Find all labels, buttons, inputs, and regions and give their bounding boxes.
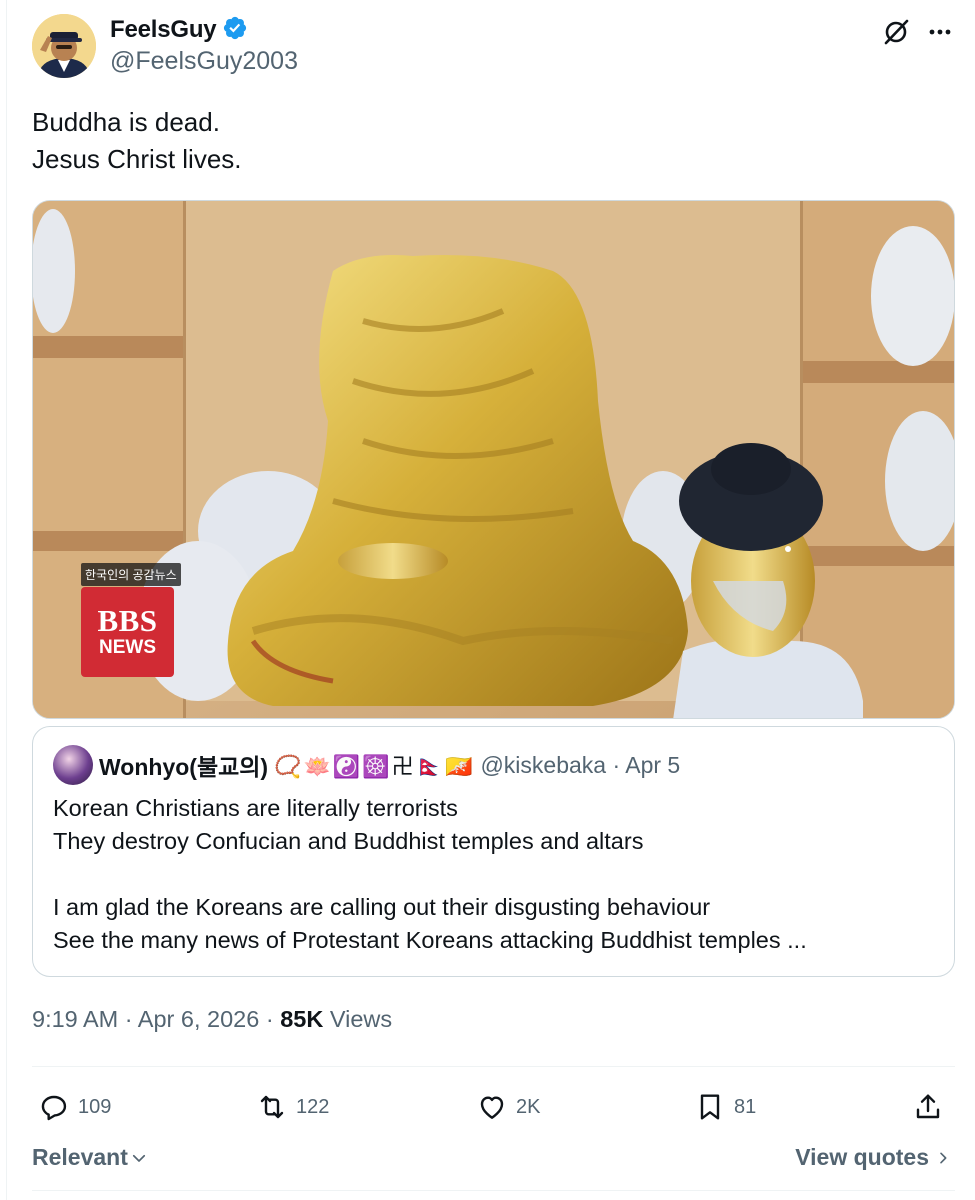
bbs-logo-subtext: NEWS [99,637,156,658]
repost-icon [260,1095,284,1119]
quoted-text-line: They destroy Confucian and Buddhist temp… [53,828,644,854]
quoted-text-line [53,858,807,891]
repost-count: 122 [296,1095,330,1118]
quoted-tweet-header: Wonhyo(불교의) 📿🪷☯️☸️卍🇳🇵🇧🇹 @kiskebaka · Apr… [53,745,680,785]
reply-count: 109 [78,1095,112,1118]
quoted-text-line: Korean Christians are literally terroris… [53,795,458,821]
grok-icon[interactable] [880,16,912,48]
quoted-author-name[interactable]: Wonhyo(불교의) [99,748,268,782]
views-label: Views [323,1006,393,1032]
chevron-down-icon [132,1154,145,1162]
view-quotes-label: View quotes [795,1144,929,1170]
divider [32,1190,955,1191]
bbs-logo-text: BBS [97,603,158,638]
tweet-media-image[interactable]: 한국인의 공감뉴스 BBS NEWS [32,200,955,719]
bookmark-count: 81 [734,1095,757,1118]
quoted-tweet-text: Korean Christians are literally terroris… [53,792,807,957]
view-quotes-link[interactable]: View quotes [795,1144,951,1171]
bookmark-button[interactable]: 81 [694,1089,756,1125]
like-icon [480,1096,504,1119]
chevron-right-icon [940,1152,947,1163]
verified-badge-icon [222,15,248,46]
repost-button[interactable]: 122 [256,1089,329,1125]
tweet-text-line: Buddha is dead. [32,107,220,137]
tweet-timestamp[interactable]: 9:19 AM · Apr 6, 2026 · [32,1006,280,1032]
quoted-text-line: See the many news of Protestant Koreans … [53,927,807,953]
tweet-text: Buddha is dead. Jesus Christ lives. [32,104,242,178]
divider [32,1066,955,1067]
tweet-text-line: Jesus Christ lives. [32,144,242,174]
quoted-author-avatar[interactable] [53,745,93,785]
quoted-tweet[interactable]: Wonhyo(불교의) 📿🪷☯️☸️卍🇳🇵🇧🇹 @kiskebaka · Apr… [32,726,955,977]
quoted-text-line: I am glad the Koreans are calling out th… [53,894,711,920]
reply-icon [41,1095,67,1121]
bookmark-icon [700,1094,720,1120]
share-icon [916,1094,940,1119]
more-icon[interactable] [924,16,956,48]
like-count: 2K [516,1095,541,1118]
quoted-author-emojis: 📿🪷☯️☸️卍🇳🇵🇧🇹 [274,754,475,779]
news-overlay-tag: 한국인의 공감뉴스 [81,563,181,586]
tweet-metadata: 9:19 AM · Apr 6, 2026 · 85K Views [32,1006,392,1033]
sort-label: Relevant [32,1144,128,1170]
reply-button[interactable]: 109 [38,1089,111,1125]
share-button[interactable] [912,1089,944,1125]
author-avatar[interactable] [32,14,96,78]
views-count: 85K [280,1006,324,1032]
author-display-name[interactable]: FeelsGuy [110,16,217,44]
like-button[interactable]: 2K [476,1089,540,1125]
timeline-left-border [6,0,7,1200]
author-handle[interactable]: @FeelsGuy2003 [110,47,298,76]
bbs-news-logo: BBS NEWS [81,587,174,677]
quoted-author-handle: @kiskebaka · Apr 5 [480,751,681,778]
sort-replies-dropdown[interactable]: Relevant [32,1144,148,1171]
